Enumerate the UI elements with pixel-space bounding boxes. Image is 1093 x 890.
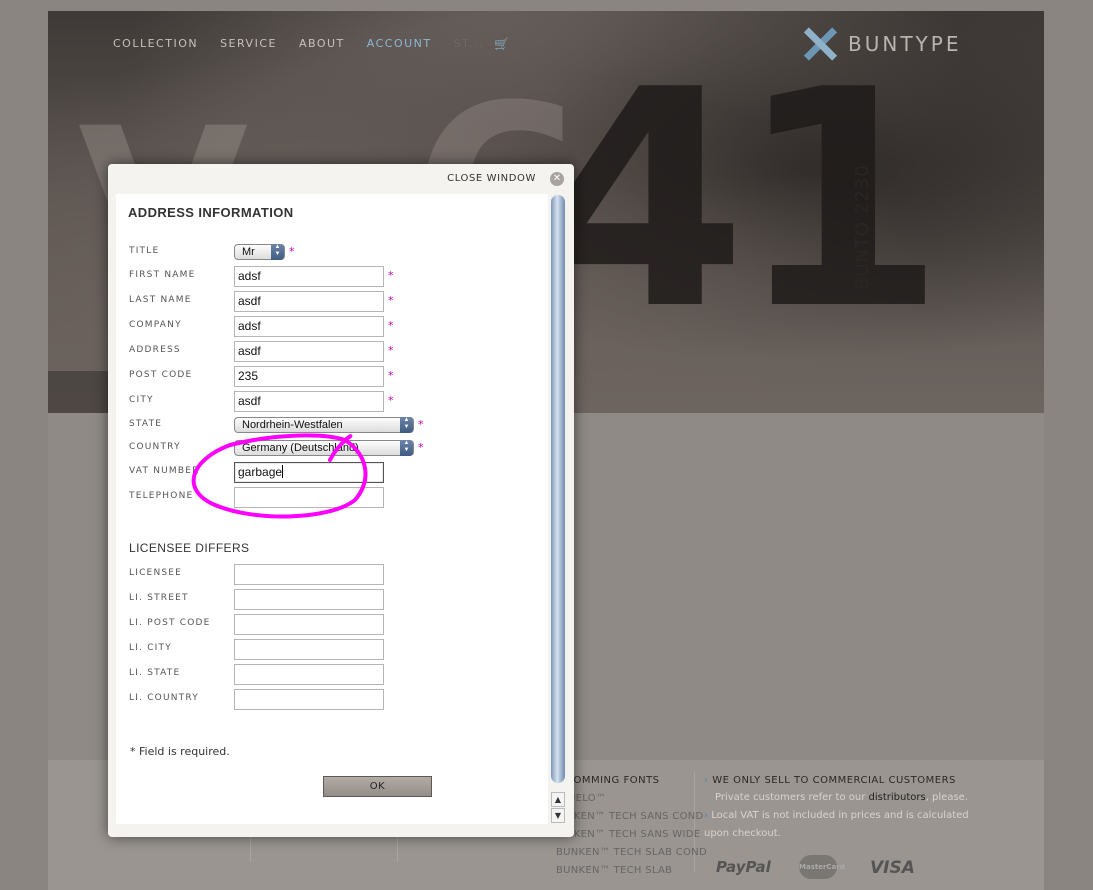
title-label: TITLE (129, 246, 160, 256)
li-city-field[interactable] (234, 639, 384, 660)
country-label: COUNTRY (129, 442, 181, 452)
mastercard-logo-text: MasterCard (799, 863, 845, 871)
logo[interactable]: BUNTYPE (802, 26, 961, 62)
upcoming-font-item[interactable]: BUNKEN™ TECH SLAB (556, 865, 672, 876)
state-select[interactable]: Nordrhein-Westfalen ▲ ▼ (234, 417, 414, 433)
modal-body (116, 194, 548, 824)
visa-logo: VISA (870, 858, 915, 878)
mastercard-logo: MasterCard (799, 855, 845, 879)
hero-big-number: 41 (538, 26, 945, 375)
country-select[interactable]: Germany (Deutschland) ▲ ▼ (234, 440, 414, 456)
commercial-text-pre: Private customers refer to our (715, 792, 869, 803)
select-arrows-icon: ▲ ▼ (271, 244, 284, 260)
city-field[interactable]: asdf (234, 391, 384, 412)
state-label: STATE (129, 419, 163, 429)
licensee-label: LICENSEE (129, 568, 183, 578)
select-arrows-icon: ▲ ▼ (400, 417, 413, 433)
telephone-label: TELEPHONE (129, 491, 194, 501)
scrollbar-thumb[interactable] (551, 195, 565, 783)
last-name-label: LAST NAME (129, 295, 192, 305)
hero-vertical-text: BUNTO 2230 (852, 164, 972, 290)
vat-text-body: Local VAT is not included in prices and … (704, 810, 969, 839)
close-icon[interactable]: ✕ (550, 172, 564, 186)
last-name-field[interactable]: asdf (234, 291, 384, 312)
country-select-value: Germany (Deutschland) (242, 442, 359, 454)
required-note: * Field is required. (130, 745, 230, 758)
upcoming-font-item[interactable]: NKEN™ TECH SANS WIDE (566, 829, 700, 840)
nav-item-collection[interactable]: COLLECTION (113, 37, 198, 51)
arrow-icon: › (704, 810, 708, 821)
main-nav: COLLECTION SERVICE ABOUT ACCOUNT ST... 🛒 (113, 37, 509, 51)
upcoming-font-item[interactable]: NKEN™ TECH SANS COND (566, 811, 704, 822)
li-street-field[interactable] (234, 589, 384, 610)
commercial-text-post: , please. (925, 792, 969, 803)
upcoming-font-item[interactable]: BUNKEN™ TECH SLAB COND (556, 847, 707, 858)
commercial-title: › WE ONLY SELL TO COMMERCIAL CUSTOMERS (704, 775, 956, 786)
address-label: ADDRESS (129, 345, 181, 355)
state-select-value: Nordrhein-Westfalen (242, 419, 343, 431)
logo-text: BUNTYPE (848, 32, 962, 56)
required-mark: * (388, 369, 394, 382)
modal-scrollbar[interactable]: ▲ ▼ (551, 195, 565, 825)
required-mark: * (418, 418, 424, 431)
address-field[interactable]: asdf (234, 341, 384, 362)
li-post-code-field[interactable] (234, 614, 384, 635)
upcoming-fonts-title: COMMING FONTS (566, 775, 660, 786)
li-country-label: LI. COUNTRY (129, 693, 199, 703)
nav-item-account[interactable]: ACCOUNT (367, 37, 432, 51)
vat-number-label: VAT NUMBER (129, 466, 200, 476)
li-country-field[interactable] (234, 689, 384, 710)
post-code-field[interactable]: 235 (234, 366, 384, 387)
required-mark: * (388, 319, 394, 332)
company-label: COMPANY (129, 320, 182, 330)
nav-item-about[interactable]: ABOUT (299, 37, 345, 51)
nav-item-service[interactable]: SERVICE (220, 37, 277, 51)
arrow-icon: › (704, 775, 709, 786)
text-caret (282, 465, 284, 478)
required-mark: * (289, 245, 295, 258)
city-label: CITY (129, 395, 154, 405)
li-street-label: LI. STREET (129, 593, 189, 603)
nav-item-store[interactable]: ST... (454, 37, 484, 51)
commercial-title-text: WE ONLY SELL TO COMMERCIAL CUSTOMERS (712, 775, 956, 786)
required-mark: * (388, 344, 394, 357)
li-state-field[interactable] (234, 664, 384, 685)
required-mark: * (418, 441, 424, 454)
title-select-value: Mr (242, 246, 255, 258)
buntype-logo-icon (802, 26, 838, 62)
required-mark: * (388, 294, 394, 307)
vat-number-value: garbage (238, 465, 283, 479)
scroll-up-button[interactable]: ▲ (551, 792, 565, 807)
cart-icon[interactable]: 🛒 (494, 37, 509, 51)
licensee-differs-title: LICENSEE DIFFERS (129, 541, 250, 555)
title-select[interactable]: Mr ▲ ▼ (234, 244, 285, 260)
li-city-label: LI. CITY (129, 643, 172, 653)
telephone-field[interactable] (234, 487, 384, 508)
vat-text: › Local VAT is not included in prices an… (704, 807, 974, 843)
required-mark: * (388, 269, 394, 282)
post-code-label: POST CODE (129, 370, 193, 380)
li-state-label: LI. STATE (129, 668, 181, 678)
first-name-label: FIRST NAME (129, 270, 196, 280)
required-mark: * (388, 394, 394, 407)
scroll-down-button[interactable]: ▼ (551, 808, 565, 823)
ok-button[interactable]: OK (323, 776, 432, 797)
licensee-field[interactable] (234, 564, 384, 585)
select-arrows-icon: ▲ ▼ (400, 440, 413, 456)
commercial-text: Private customers refer to our distribut… (715, 789, 985, 807)
first-name-field[interactable]: adsf (234, 266, 384, 287)
paypal-logo: PayPal (716, 858, 771, 876)
li-post-code-label: LI. POST CODE (129, 618, 211, 628)
address-info-title: ADDRESS INFORMATION (128, 205, 294, 220)
close-window-label[interactable]: CLOSE WINDOW (447, 173, 536, 184)
company-field[interactable]: adsf (234, 316, 384, 337)
distributors-link[interactable]: distributors (869, 792, 926, 803)
vat-number-field[interactable]: garbage (234, 462, 384, 483)
